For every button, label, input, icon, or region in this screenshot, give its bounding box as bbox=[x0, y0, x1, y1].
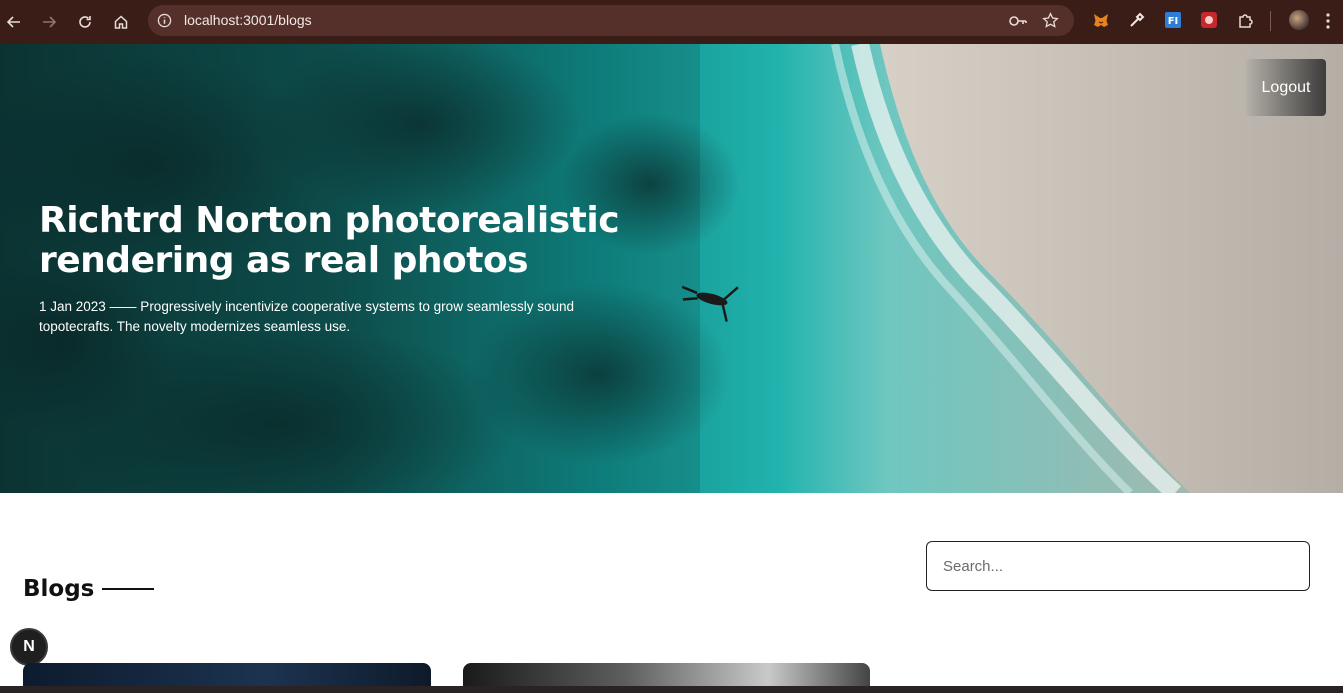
hero-meta-text: 1 Jan 2023 —— Progressively incentivize … bbox=[39, 299, 574, 334]
red-extension-icon[interactable] bbox=[1200, 11, 1218, 29]
hero-banner: Richtrd Norton photorealistic rendering … bbox=[0, 44, 1343, 493]
search-input[interactable] bbox=[926, 541, 1310, 591]
logout-button[interactable]: Logout bbox=[1246, 59, 1326, 116]
kebab-menu-icon[interactable] bbox=[1326, 12, 1330, 30]
reload-button[interactable] bbox=[71, 8, 99, 36]
metamask-fox-icon[interactable] bbox=[1092, 11, 1110, 29]
nextjs-dev-indicator-button[interactable]: N bbox=[10, 628, 48, 666]
eyedropper-icon[interactable] bbox=[1128, 11, 1146, 29]
star-icon[interactable] bbox=[1042, 12, 1059, 29]
avatar[interactable] bbox=[1289, 10, 1309, 30]
browser-toolbar: localhost:3001/blogs FI bbox=[0, 0, 1343, 44]
address-bar[interactable]: localhost:3001/blogs bbox=[148, 5, 1074, 36]
svg-text:FI: FI bbox=[1168, 16, 1179, 27]
blogs-heading: Blogs bbox=[23, 576, 155, 602]
url-text[interactable]: localhost:3001/blogs bbox=[184, 12, 312, 28]
os-taskbar bbox=[0, 686, 1343, 693]
heading-rule bbox=[102, 588, 155, 590]
arrow-left-icon bbox=[6, 16, 20, 28]
home-icon bbox=[114, 15, 128, 29]
forward-button[interactable] bbox=[35, 8, 63, 36]
fi-extension-icon[interactable]: FI bbox=[1164, 11, 1182, 29]
fab-label: N bbox=[23, 638, 35, 655]
key-icon[interactable] bbox=[1008, 13, 1028, 29]
arrow-right-icon bbox=[43, 16, 57, 28]
toolbar-divider bbox=[1270, 11, 1271, 31]
info-icon[interactable] bbox=[157, 13, 172, 28]
reload-icon bbox=[79, 16, 91, 28]
blogs-heading-text: Blogs bbox=[23, 576, 95, 602]
hero-title: Richtrd Norton photorealistic rendering … bbox=[39, 200, 620, 281]
puzzle-icon[interactable] bbox=[1237, 11, 1255, 29]
back-button[interactable] bbox=[0, 8, 28, 36]
home-button[interactable] bbox=[107, 8, 135, 36]
